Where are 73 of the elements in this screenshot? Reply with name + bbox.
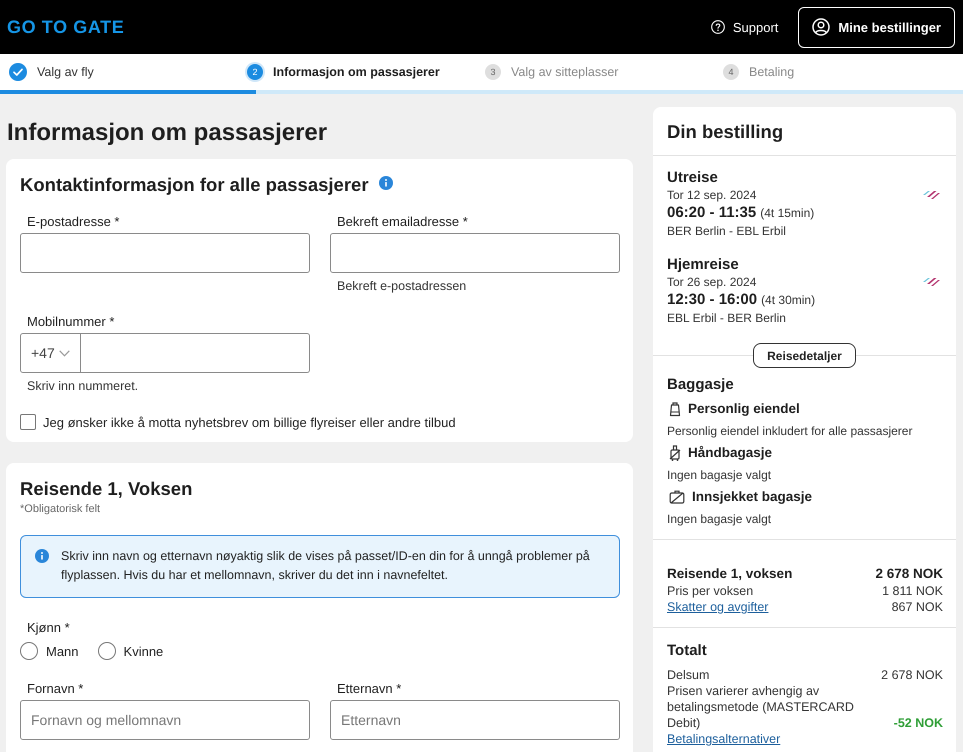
country-code-select[interactable]: +47 <box>20 333 81 373</box>
total-label: Delsum <box>667 667 710 683</box>
field-label: Etternavn * <box>336 681 402 696</box>
step-number: 3 <box>485 64 501 80</box>
info-text: Skriv inn navn og etternavn nøyaktig slik de vises på passet/ID-en din for å unngå problemer på flyplassen. Hvis du har et mellomnavn, skriver du det inn i navnefeltet. <box>61 548 591 584</box>
support-link[interactable]: Support <box>710 20 778 34</box>
radio-button[interactable] <box>20 642 38 660</box>
flight-times: 12:30 - 16:00 <box>667 290 758 309</box>
name-field[interactable]: Etternavn <box>330 700 620 740</box>
baggage-name: Personlig eiendel <box>688 400 800 418</box>
leg-title: Utreise <box>667 169 719 187</box>
info-icon <box>35 549 49 563</box>
info-icon[interactable] <box>378 176 393 190</box>
card-title: Kontaktinformasjon for alle passasjerer <box>20 174 369 196</box>
section-title: Baggasje <box>667 375 735 395</box>
leg-date: Tor 12 sep. 2024 <box>667 187 758 203</box>
field-label: E-postadresse * <box>26 214 120 229</box>
my-bookings-button[interactable]: Mine bestillinger <box>798 6 955 48</box>
field-label: Bekreft emailadresse * <box>336 214 469 229</box>
radio-label[interactable]: Kvinne <box>124 644 164 658</box>
name-field[interactable]: Fornavn og mellomnavn <box>20 700 310 740</box>
total-amount: 2 678 NOK <box>881 667 943 683</box>
summary-title: Din bestilling <box>667 120 784 144</box>
total-label: Prisen varierer avhengig av betalingsmetode (MASTERCARD Debit) <box>667 683 855 731</box>
user-icon <box>812 18 830 36</box>
page-title: Informasjon om passasjerer <box>7 119 328 147</box>
step-label: Valg av sitteplasser <box>511 65 618 79</box>
leg-title: Hjemreise <box>667 256 740 274</box>
helper-text: Bekreft e-postadressen <box>336 279 468 294</box>
price-amount: 867 NOK <box>892 599 943 615</box>
step-label: Informasjon om passasjerer <box>273 65 440 79</box>
airline-logo-icon <box>922 189 940 199</box>
email-field[interactable] <box>330 233 620 273</box>
checkbox-label[interactable]: Jeg ønsker ikke å motta nyhetsbrev om billige flyreiser eller andre tilbud <box>43 414 456 430</box>
baggage-name: Håndbagasje <box>688 444 772 462</box>
baggage-note: Personlig eiendel inkludert for alle passasjerer <box>667 423 914 439</box>
airline-logo-icon <box>922 276 940 286</box>
field-label: Kjønn * <box>26 620 71 635</box>
taxes-link[interactable]: Skatter og avgifter <box>667 599 768 615</box>
price-title: Reisende 1, voksen <box>667 565 792 583</box>
helper-text: Skriv inn nummeret. <box>26 379 140 394</box>
chevron-down-icon <box>58 350 70 356</box>
baggage-name: Innsjekket bagasje <box>692 488 812 506</box>
field-label: Fornavn * <box>26 681 84 696</box>
step-number: 4 <box>723 64 739 80</box>
newsletter-checkbox[interactable] <box>20 414 36 430</box>
radio-button[interactable] <box>98 642 116 660</box>
baggage-note: Ingen bagasje valgt <box>667 467 772 483</box>
price-amount: 1 811 NOK <box>882 583 943 599</box>
email-field[interactable] <box>20 233 310 273</box>
flight-times: 06:20 - 11:35 <box>667 203 756 222</box>
step-label: Betaling <box>749 65 794 79</box>
card-title: Reisende 1, Voksen <box>20 478 194 500</box>
flight-route: EBL Erbil - BER Berlin <box>667 310 787 326</box>
flight-duration: (4t 30min) <box>761 292 816 309</box>
section-title: Totalt <box>667 641 708 661</box>
flight-duration: (4t 15min) <box>760 205 814 222</box>
price-label: Pris per voksen <box>667 583 754 599</box>
step-number: 2 <box>247 64 263 80</box>
phone-number-field[interactable] <box>81 333 310 373</box>
leg-date: Tor 26 sep. 2024 <box>667 274 758 290</box>
flight-route: BER Berlin - EBL Erbil <box>667 223 787 239</box>
step-label: Valg av fly <box>37 65 94 79</box>
logo[interactable]: GO TO GATE <box>7 16 124 38</box>
field-label: Mobilnummer * <box>26 314 116 329</box>
required-note: *Obligatorisk felt <box>20 503 102 515</box>
help-icon <box>710 20 725 34</box>
radio-label[interactable]: Mann <box>46 644 79 658</box>
payment-options-link[interactable]: Betalingsalternativer <box>667 731 780 747</box>
price-total: 2 678 NOK <box>875 565 943 583</box>
total-amount: -52 NOK <box>894 715 943 731</box>
trip-details-button[interactable]: Reisedetaljer <box>753 343 856 368</box>
baggage-note: Ingen bagasje valgt <box>667 511 772 527</box>
